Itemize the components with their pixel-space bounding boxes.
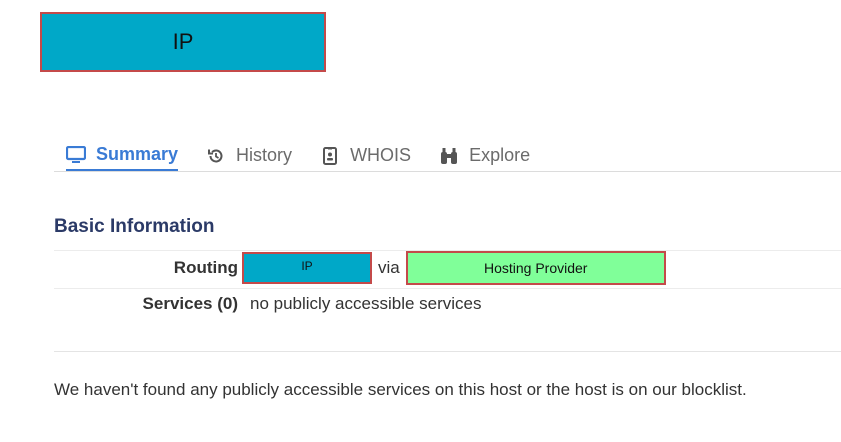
hosting-provider-link[interactable]: Hosting Provider xyxy=(405,251,666,285)
services-value: no publicly accessible services xyxy=(250,294,482,313)
tab-history-label: History xyxy=(236,145,293,165)
tab-explore-label: Explore xyxy=(469,145,531,165)
routing-row: Routing IP via Hosting Provider xyxy=(54,250,841,286)
routing-ip-text: IP xyxy=(301,259,313,273)
section-title-basic-information: Basic Information xyxy=(54,216,215,237)
id-card-icon xyxy=(320,146,340,165)
routing-ip-link[interactable]: IP xyxy=(242,252,372,284)
tab-explore[interactable]: Explore xyxy=(439,140,530,171)
routing-value: IP via Hosting Provider xyxy=(242,251,666,285)
routing-label: Routing xyxy=(173,258,238,277)
ip-title-box: IP xyxy=(40,12,326,72)
blocklist-note: We haven't found any publicly accessible… xyxy=(54,380,747,399)
routing-via-text: via xyxy=(378,258,400,277)
monitor-icon xyxy=(66,145,86,164)
tab-whois-label: WHOIS xyxy=(350,145,412,165)
binoculars-icon xyxy=(439,147,459,165)
tab-history[interactable]: History xyxy=(206,140,292,171)
page-title: IP xyxy=(172,29,194,54)
hosting-provider-text: Hosting Provider xyxy=(483,260,588,276)
tab-bar: Summary History WHOIS Explore xyxy=(54,140,841,172)
tab-summary[interactable]: Summary xyxy=(66,140,179,171)
tab-whois[interactable]: WHOIS xyxy=(320,140,411,171)
services-row: Services (0) no publicly accessible serv… xyxy=(54,286,841,322)
section-divider xyxy=(54,351,841,352)
services-label: Services (0) xyxy=(142,294,238,313)
tab-summary-label: Summary xyxy=(96,144,179,164)
history-icon xyxy=(206,147,226,165)
